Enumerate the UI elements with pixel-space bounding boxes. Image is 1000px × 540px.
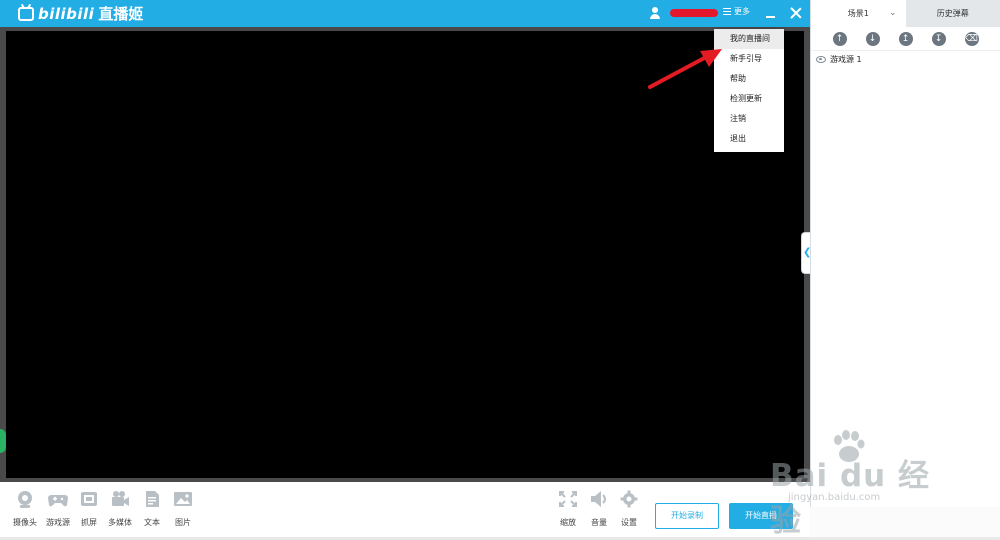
video-camera-icon (110, 490, 130, 508)
menu-item-logout[interactable]: 注销 (714, 109, 784, 129)
screen-capture-label: 抓屏 (74, 517, 104, 528)
app-name: 直播姬 (98, 3, 143, 24)
camera-label: 摄像头 (10, 517, 40, 528)
camera-source-button[interactable]: 摄像头 (10, 490, 40, 528)
zoom-fit-icon (558, 490, 578, 508)
volume-icon (589, 490, 609, 508)
title-bar: bilibili 直播姬 更多 (0, 0, 810, 27)
side-edge-indicator (0, 429, 6, 453)
gamepad-icon (48, 490, 68, 508)
image-icon (173, 490, 193, 508)
menu-item-exit[interactable]: 退出 (714, 129, 784, 149)
gear-icon (619, 490, 639, 508)
bottom-toolbar: 摄像头 游戏源 抓屏 多媒体 文本 图片 缩放 音量 设置 开始录制 开始直播 (0, 482, 810, 537)
stream-preview[interactable] (6, 31, 804, 478)
tab-history-danmaku[interactable]: 历史弹幕 (906, 0, 1000, 27)
volume-label: 音量 (584, 517, 614, 528)
source-list-item[interactable]: 游戏源 1 (816, 54, 862, 65)
zoom-button[interactable]: 缩放 (553, 490, 583, 528)
watermark-url: jingyan.baidu.com (788, 492, 880, 503)
media-source-button[interactable]: 多媒体 (105, 490, 135, 528)
eye-icon[interactable] (816, 56, 826, 63)
logo-brand: bilibili (38, 5, 94, 23)
arrow-up-icon[interactable]: ↑ (833, 32, 847, 46)
source-name: 游戏源 1 (830, 54, 862, 65)
settings-label: 设置 (614, 517, 644, 528)
volume-button[interactable]: 音量 (584, 490, 614, 528)
delete-icon[interactable]: ⌫ (965, 32, 979, 46)
settings-button[interactable]: 设置 (614, 490, 644, 528)
screen-capture-button[interactable]: 抓屏 (74, 490, 104, 528)
more-label: 更多 (734, 6, 750, 17)
panel-tabs: 场景1 ⌄ 历史弹幕 (811, 0, 1000, 27)
tab-scene-label: 场景1 (848, 9, 869, 18)
annotation-arrow-icon (640, 40, 730, 95)
more-menu-button[interactable]: 更多 (723, 6, 750, 17)
user-icon[interactable] (650, 7, 660, 19)
tab-scene[interactable]: 场景1 ⌄ (811, 0, 906, 27)
screen-capture-icon (79, 490, 99, 508)
chevron-down-icon[interactable]: ⌄ (889, 0, 897, 27)
image-source-button[interactable]: 图片 (168, 490, 198, 528)
app-logo: bilibili 直播姬 (18, 4, 143, 23)
image-label: 图片 (168, 517, 198, 528)
minimize-button[interactable] (766, 16, 775, 18)
scene-toolbar: ↑ ↓ ↥ ↧ ⌫ (811, 27, 1000, 51)
arrow-down-icon[interactable]: ↓ (866, 32, 880, 46)
baidu-watermark: Bai du 经验 jingyan.baidu.com (770, 428, 950, 510)
game-source-label: 游戏源 (43, 517, 73, 528)
text-document-icon (142, 490, 162, 508)
text-source-button[interactable]: 文本 (137, 490, 167, 528)
tv-logo-icon (18, 7, 34, 21)
username-redacted[interactable] (670, 9, 718, 17)
text-label: 文本 (137, 517, 167, 528)
media-label: 多媒体 (105, 517, 135, 528)
panel-collapse-handle[interactable]: ❮ (801, 232, 810, 274)
camera-icon (15, 490, 35, 508)
zoom-label: 缩放 (553, 517, 583, 528)
close-button[interactable] (790, 7, 802, 19)
move-top-icon[interactable]: ↥ (899, 32, 913, 46)
move-bottom-icon[interactable]: ↧ (932, 32, 946, 46)
start-recording-button[interactable]: 开始录制 (655, 503, 719, 529)
menu-icon (723, 8, 731, 15)
game-source-button[interactable]: 游戏源 (43, 490, 73, 528)
